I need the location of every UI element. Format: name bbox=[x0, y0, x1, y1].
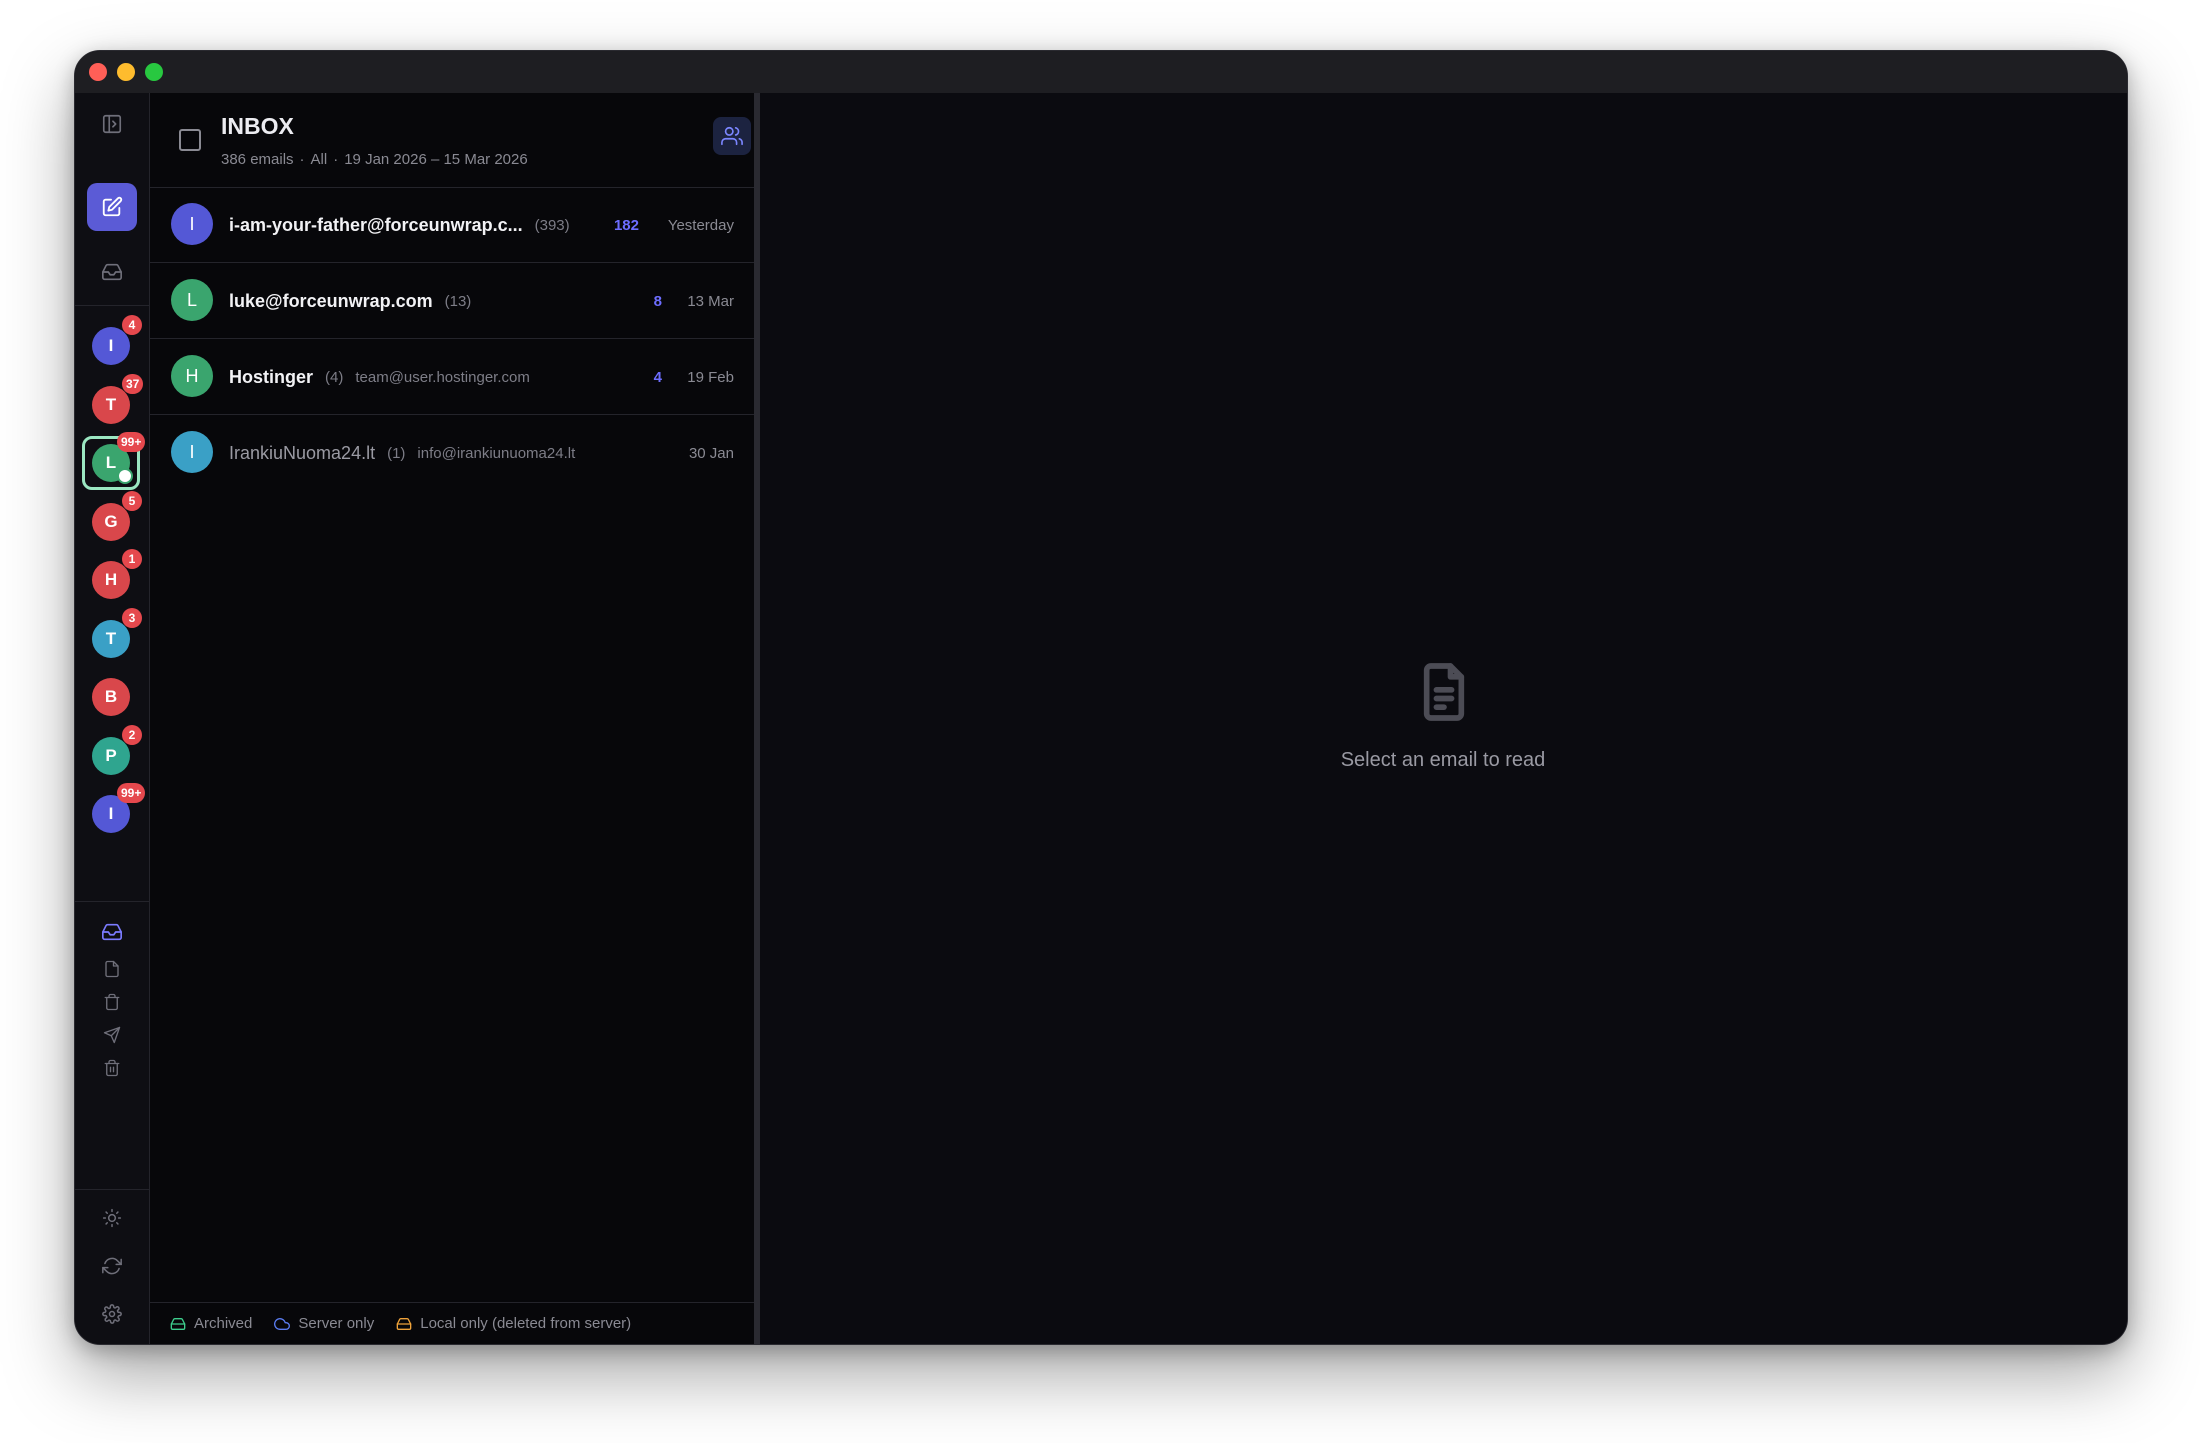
account-avatar[interactable]: H bbox=[92, 561, 130, 599]
sender-name: Hostinger bbox=[229, 366, 314, 387]
thread-count: (4) bbox=[325, 368, 344, 386]
drafts-folder-icon[interactable] bbox=[75, 957, 149, 981]
cloud-icon bbox=[274, 1317, 291, 1330]
legend-server-only: Server only bbox=[274, 1315, 374, 1332]
thread-count: (13) bbox=[444, 292, 472, 310]
sender-avatar: I bbox=[171, 203, 213, 245]
legend-archived-label: Archived bbox=[194, 1315, 253, 1332]
online-status-dot bbox=[117, 468, 133, 484]
minimize-window-button[interactable] bbox=[117, 63, 135, 81]
page-title: INBOX bbox=[221, 113, 294, 139]
unread-badge: 5 bbox=[122, 490, 142, 511]
reading-pane: Select an email to read bbox=[760, 93, 2127, 1344]
title-bar bbox=[75, 51, 2127, 93]
unread-badge: 2 bbox=[122, 724, 142, 745]
email-list-item[interactable]: I IrankiuNuoma24.lt (1) info@irankiunuoma24… bbox=[150, 415, 754, 490]
unread-count: 4 bbox=[653, 368, 662, 386]
close-window-button[interactable] bbox=[89, 63, 107, 81]
archive-icon bbox=[170, 1317, 186, 1330]
thread-count: (393) bbox=[534, 216, 570, 234]
email-date: 13 Mar bbox=[687, 292, 734, 310]
legend-local-only-label: Local only (deleted from server) bbox=[420, 1315, 632, 1332]
inbox-folder-icon[interactable] bbox=[75, 919, 149, 945]
zoom-window-button[interactable] bbox=[145, 63, 163, 81]
list-header: INBOX 386 emails · All · 19 Jan 2026 – 15 Ma… bbox=[150, 93, 794, 188]
legend-archived: Archived bbox=[170, 1315, 252, 1332]
empty-state-message: Select an email to read bbox=[1340, 749, 1546, 771]
sender-avatar: L bbox=[171, 279, 213, 321]
sidebar-toggle-icon[interactable] bbox=[75, 109, 149, 139]
sent-folder-icon[interactable] bbox=[75, 1023, 149, 1047]
document-icon bbox=[1418, 661, 1470, 728]
email-row-content: IrankiuNuoma24.lt (1) info@irankiunuoma24.… bbox=[229, 441, 734, 465]
sender-address: team@user.hostinger.com bbox=[355, 368, 530, 386]
sender-avatar: H bbox=[171, 355, 213, 397]
date-range: 19 Jan 2026 – 15 Mar 2026 bbox=[344, 151, 528, 168]
account-avatar[interactable]: B bbox=[92, 678, 130, 716]
account-avatar[interactable]: I bbox=[92, 327, 130, 365]
list-summary: 386 emails · All · 19 Jan 2026 – 15 Mar 2026 bbox=[221, 151, 528, 168]
email-list-item[interactable]: H Hostinger (4) team@user.hostinger.com 4 19 … bbox=[150, 339, 754, 415]
compose-icon bbox=[102, 196, 123, 217]
compose-button[interactable] bbox=[87, 183, 137, 231]
sender-name: IrankiuNuoma24.lt bbox=[229, 442, 376, 463]
local-drive-icon bbox=[396, 1317, 412, 1330]
sender-name: i-am-your-father@forceunwrap.c... bbox=[229, 214, 523, 235]
legend-local-only: Local only (deleted from server) bbox=[396, 1315, 631, 1332]
sender-name: luke@forceunwrap.com bbox=[229, 290, 433, 311]
unread-badge: 3 bbox=[122, 607, 142, 628]
people-icon bbox=[721, 126, 743, 146]
sender-avatar: I bbox=[171, 431, 213, 473]
email-row-content: Hostinger (4) team@user.hostinger.com 4 19 F… bbox=[229, 365, 734, 389]
unread-badge: 4 bbox=[122, 315, 142, 335]
sender-address: info@irankiunuoma24.lt bbox=[417, 444, 576, 462]
email-date: Yesterday bbox=[667, 216, 734, 234]
email-count: 386 emails bbox=[221, 151, 294, 168]
email-date: 30 Jan bbox=[688, 444, 734, 462]
thread-count: (1) bbox=[387, 444, 406, 462]
app-window: I 4 T 37 L 99+ G 5 H 1 T 3 B P 2 I 99+ I… bbox=[74, 50, 2128, 1345]
email-row-content: luke@forceunwrap.com (13) 8 13 Mar bbox=[229, 289, 734, 313]
group-by-sender-button[interactable] bbox=[713, 117, 751, 155]
unread-badge: 37 bbox=[122, 373, 144, 394]
legend-server-only-label: Server only bbox=[298, 1315, 375, 1332]
unified-inbox-icon[interactable] bbox=[75, 257, 149, 287]
sync-icon[interactable] bbox=[75, 1253, 149, 1279]
settings-gear-icon[interactable] bbox=[75, 1301, 149, 1327]
account-rail: I 4 T 37 L 99+ G 5 H 1 T 3 B P 2 I 99+ bbox=[75, 93, 150, 1344]
email-list-item[interactable]: Lluke@forceunwrap.com (13) 8 13 Mar bbox=[150, 263, 754, 339]
unread-count: 182 bbox=[613, 216, 639, 234]
email-row-content: i-am-your-father@forceunwrap.c... (393) 18… bbox=[229, 213, 734, 237]
unread-count: 8 bbox=[653, 292, 662, 310]
theme-toggle-icon[interactable] bbox=[75, 1205, 149, 1231]
email-list-item[interactable]: Ii-am-your-father@forceunwrap.c... (393) 1… bbox=[150, 187, 754, 263]
archive-folder-icon[interactable] bbox=[75, 990, 149, 1014]
email-list-panel: INBOX 386 emails · All · 19 Jan 2026 – 15 Ma… bbox=[150, 93, 794, 1344]
status-legend: Archived Server only Local only (deleted… bbox=[150, 1302, 754, 1344]
unread-badge: 99+ bbox=[117, 432, 146, 452]
trash-folder-icon[interactable] bbox=[75, 1056, 149, 1080]
email-date: 19 Feb bbox=[687, 368, 734, 386]
unread-badge: 99+ bbox=[117, 783, 146, 803]
select-all-checkbox[interactable] bbox=[179, 129, 201, 151]
filter-label[interactable]: All bbox=[311, 151, 328, 168]
unread-badge: 1 bbox=[122, 549, 142, 569]
